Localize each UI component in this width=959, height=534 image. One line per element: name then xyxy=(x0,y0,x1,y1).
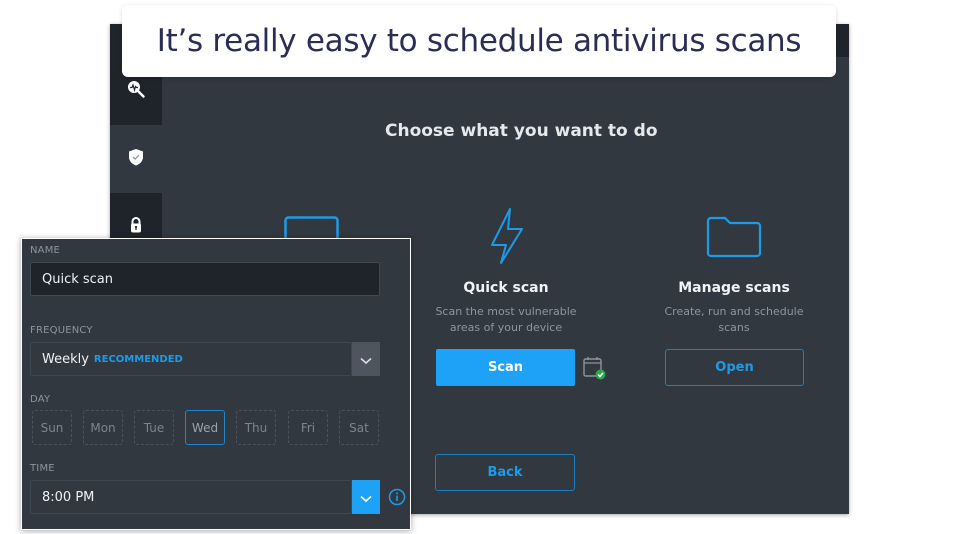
folder-icon xyxy=(644,206,824,266)
back-button[interactable]: Back xyxy=(435,454,575,491)
frequency-dropdown-button[interactable] xyxy=(352,342,380,376)
card-description: Create, run and schedule scans xyxy=(664,305,804,334)
day-mon[interactable]: Mon xyxy=(83,410,123,445)
name-input[interactable]: Quick scan xyxy=(30,262,380,296)
calendar-check-icon[interactable] xyxy=(582,355,608,385)
scan-search-icon xyxy=(126,79,146,103)
sidebar-item-protection[interactable] xyxy=(110,125,162,193)
name-label: NAME xyxy=(30,245,61,256)
day-sun[interactable]: Sun xyxy=(32,410,72,445)
day-thu[interactable]: Thu xyxy=(236,410,276,445)
day-fri[interactable]: Fri xyxy=(288,410,328,445)
time-select[interactable]: 8:00 PM xyxy=(30,480,352,514)
time-dropdown-button[interactable] xyxy=(352,480,380,514)
lightning-bolt-icon xyxy=(416,206,596,266)
card-title: Quick scan xyxy=(463,280,549,296)
day-label: DAY xyxy=(30,394,51,405)
card-description: Scan the most vulnerable areas of your d… xyxy=(435,305,577,334)
scan-button[interactable]: Scan xyxy=(436,349,575,386)
caption-text: It’s really easy to schedule antivirus s… xyxy=(156,23,802,59)
schedule-panel: NAME Quick scan FREQUENCY Weekly RECOMME… xyxy=(21,238,411,530)
name-value: Quick scan xyxy=(42,271,114,287)
day-tue[interactable]: Tue xyxy=(134,410,174,445)
card-manage-scans: Manage scans Create, run and schedule sc… xyxy=(644,206,824,336)
lock-icon xyxy=(126,215,146,239)
info-icon[interactable] xyxy=(388,488,406,510)
day-sat[interactable]: Sat xyxy=(339,410,379,445)
caption-banner: It’s really easy to schedule antivirus s… xyxy=(122,5,836,77)
time-value: 8:00 PM xyxy=(42,489,95,505)
frequency-label: FREQUENCY xyxy=(30,325,93,336)
open-button[interactable]: Open xyxy=(665,349,804,386)
day-wed[interactable]: Wed xyxy=(185,410,225,445)
card-title: Manage scans xyxy=(678,280,790,296)
frequency-select[interactable]: Weekly RECOMMENDED xyxy=(30,342,352,376)
time-label: TIME xyxy=(30,463,55,474)
frequency-value: Weekly xyxy=(42,351,89,367)
shield-check-icon xyxy=(126,147,146,171)
chevron-down-icon xyxy=(360,350,372,369)
card-quick-scan: Quick scan Scan the most vulnerable area… xyxy=(416,206,596,336)
recommended-badge: RECOMMENDED xyxy=(93,353,183,365)
chevron-down-icon xyxy=(360,488,372,507)
page-title: Choose what you want to do xyxy=(385,121,658,141)
